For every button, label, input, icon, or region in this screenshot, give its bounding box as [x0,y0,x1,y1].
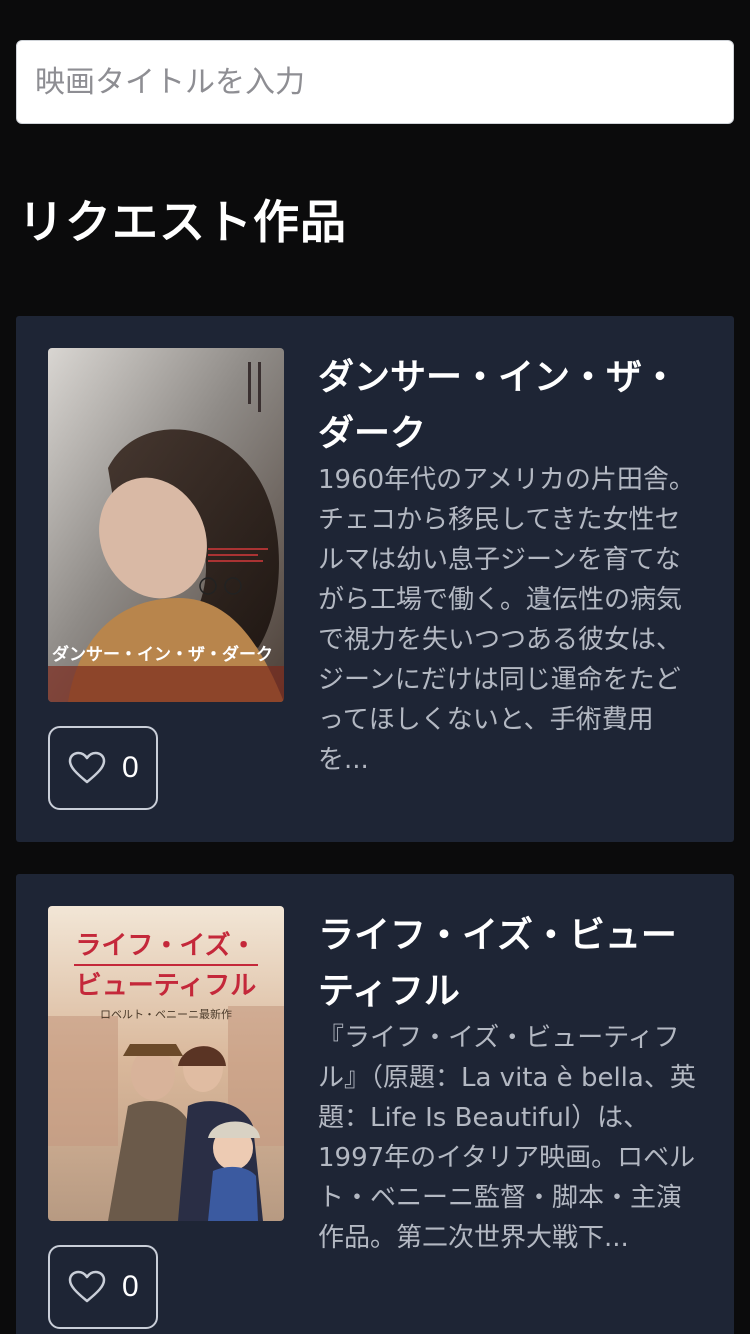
heart-outline-icon [68,1270,106,1303]
movie-title[interactable]: ダンサー・イン・ザ・ダーク [318,350,698,462]
like-button[interactable]: 0 [48,726,158,810]
movie-card[interactable]: ダンサー・イン・ザ・ダーク 0 ダンサー・イン・ザ・ダーク 1960年代のアメリ… [16,316,734,842]
poster-subtext: ロベルト・ベニーニ最新作 [100,1007,232,1021]
like-button[interactable]: 0 [48,1245,158,1329]
poster-title-line1: ライフ・イズ・ [75,930,256,961]
poster-title-line2: ビューティフル [76,971,256,1001]
poster-image: ダンサー・イン・ザ・ダーク [48,348,284,702]
movie-card[interactable]: ライフ・イズ・ ビューティフル ロベルト・ベニーニ最新作 0 ライフ・イズ・ビュ… [16,874,734,1334]
heart-outline-icon [68,751,106,784]
movie-search-input[interactable] [16,40,734,124]
movie-description: 『ライフ・イズ・ビューティフル』（原題：La vita è bella、英題：L… [318,1023,696,1253]
like-count: 0 [122,1270,139,1303]
poster-image: ライフ・イズ・ ビューティフル ロベルト・ベニーニ最新作 [48,906,284,1221]
section-title: リクエスト作品 [18,195,347,249]
poster-title-text: ダンサー・イン・ザ・ダーク [52,644,273,665]
movie-title[interactable]: ライフ・イズ・ビューティフル [318,908,698,1020]
page: リクエスト作品 [0,0,750,1334]
movie-description: 1960年代のアメリカの片田舎。チェコから移民してきた女性セルマは幼い息子ジーン… [318,465,695,775]
like-count: 0 [122,751,139,784]
movie-poster[interactable]: ダンサー・イン・ザ・ダーク [48,348,284,702]
movie-poster[interactable]: ライフ・イズ・ ビューティフル ロベルト・ベニーニ最新作 [48,906,284,1221]
